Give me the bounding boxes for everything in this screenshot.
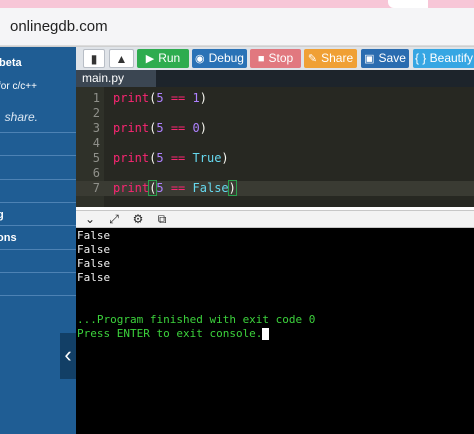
beautify-label: { } Beautify [414,51,474,65]
file-icon: ▮ [90,52,98,66]
code-text: print(5 == True) [113,151,229,165]
sidebar-divider [0,295,76,296]
gear-icon[interactable]: ⚙ [130,212,146,227]
sidebar-tagline: for c/c++ [0,81,37,92]
text-cursor [262,328,270,340]
stop-label: Stop [268,51,294,65]
console-toolbar: ⌄ ⤢ ⚙ ⧉ [76,210,474,228]
run-button[interactable]: ▶ Run [137,49,189,68]
beautify-button[interactable]: { } Beautify [413,49,474,68]
code-line[interactable]: 6 [76,166,474,181]
code-text: print(5 == 0) [113,121,207,135]
console-prompt-line: Press ENTER to exit console. [77,327,270,341]
new-file-button[interactable]: ▮ [83,49,105,68]
browser-tab-strip [0,0,474,8]
console-line: False [77,243,111,256]
share-label: Share [321,51,354,65]
sidebar-divider [0,249,76,250]
copy-icon[interactable]: ⧉ [154,212,170,227]
chevron-left-icon: ‹ [64,342,72,367]
console-finished-message: ...Program finished with exit code 0 [77,313,316,326]
debug-button[interactable]: ◉ Debug [192,49,247,68]
console-prompt-message: Press ENTER to exit console. [77,327,263,340]
sidebar-slogan: . share. [0,110,39,124]
play-icon: ▶ [145,53,155,65]
code-line[interactable]: 4 [76,136,474,151]
line-number: 5 [92,151,100,165]
run-label: Run [158,51,181,65]
console-output[interactable]: False False False False ...Program finis… [76,228,474,434]
console-line: False [77,229,111,242]
save-button[interactable]: ▣ Save [361,49,409,68]
sidebar-divider [0,155,76,156]
file-tab-bar: main.py [76,70,474,87]
tab-main-py[interactable]: main.py [76,70,156,87]
sidebar-item-g[interactable]: g [0,209,4,221]
sidebar-item-ons[interactable]: ons [0,232,17,244]
share-icon: ✎ [307,53,318,65]
line-number: 1 [92,91,100,105]
line-number: 6 [92,166,100,180]
tab-corner [388,0,428,8]
code-editor[interactable]: 1 print(5 == 1) 2 3 print(5 == 0) 4 5 pr… [76,87,474,207]
code-text: print(5 == 1) [113,91,207,105]
sidebar-beta-text: beta [0,57,22,69]
upload-icon: ▲ [115,52,128,66]
debug-label: Debug [208,51,244,65]
sidebar-divider [0,225,76,226]
code-line-active[interactable]: 7 print(5 == False) [76,180,474,196]
upload-button[interactable]: ▲ [109,49,134,68]
save-label: Save [378,51,406,65]
console-line: False [77,271,111,284]
line-number: 3 [92,121,100,135]
code-line[interactable]: 1 print(5 == 1) [76,91,474,106]
code-line[interactable]: 5 print(5 == True) [76,151,474,166]
sidebar: beta for c/c++ . share. g ons ‹ [0,47,76,434]
line-number: 7 [92,181,100,195]
sidebar-divider [0,179,76,180]
save-icon: ▣ [364,53,375,65]
sidebar-divider [0,272,76,273]
debug-icon: ◉ [195,53,205,65]
expand-icon[interactable]: ⤢ [106,212,122,227]
stop-icon: ■ [257,53,265,65]
code-text: print(5 == False) [113,180,237,196]
share-button[interactable]: ✎ Share [304,49,357,68]
code-line[interactable]: 3 print(5 == 0) [76,121,474,136]
console-line: False [77,257,111,270]
code-line[interactable]: 2 [76,106,474,121]
stop-button[interactable]: ■ Stop [250,49,301,68]
address-bar[interactable]: onlinegdb.com [0,8,474,46]
screen: onlinegdb.com beta for c/c++ . share. g … [0,0,474,434]
chevron-down-icon[interactable]: ⌄ [82,212,98,227]
line-number: 2 [92,106,100,120]
sidebar-collapse-button[interactable]: ‹ [60,333,76,379]
toolbar: ▮ ▲ ▶ Run ◉ Debug ■ Stop ✎ Share ▣ Save { } B… [76,47,474,70]
url-text[interactable]: onlinegdb.com [10,18,108,35]
sidebar-divider [0,202,76,203]
line-number: 4 [92,136,100,150]
sidebar-divider [0,132,76,133]
